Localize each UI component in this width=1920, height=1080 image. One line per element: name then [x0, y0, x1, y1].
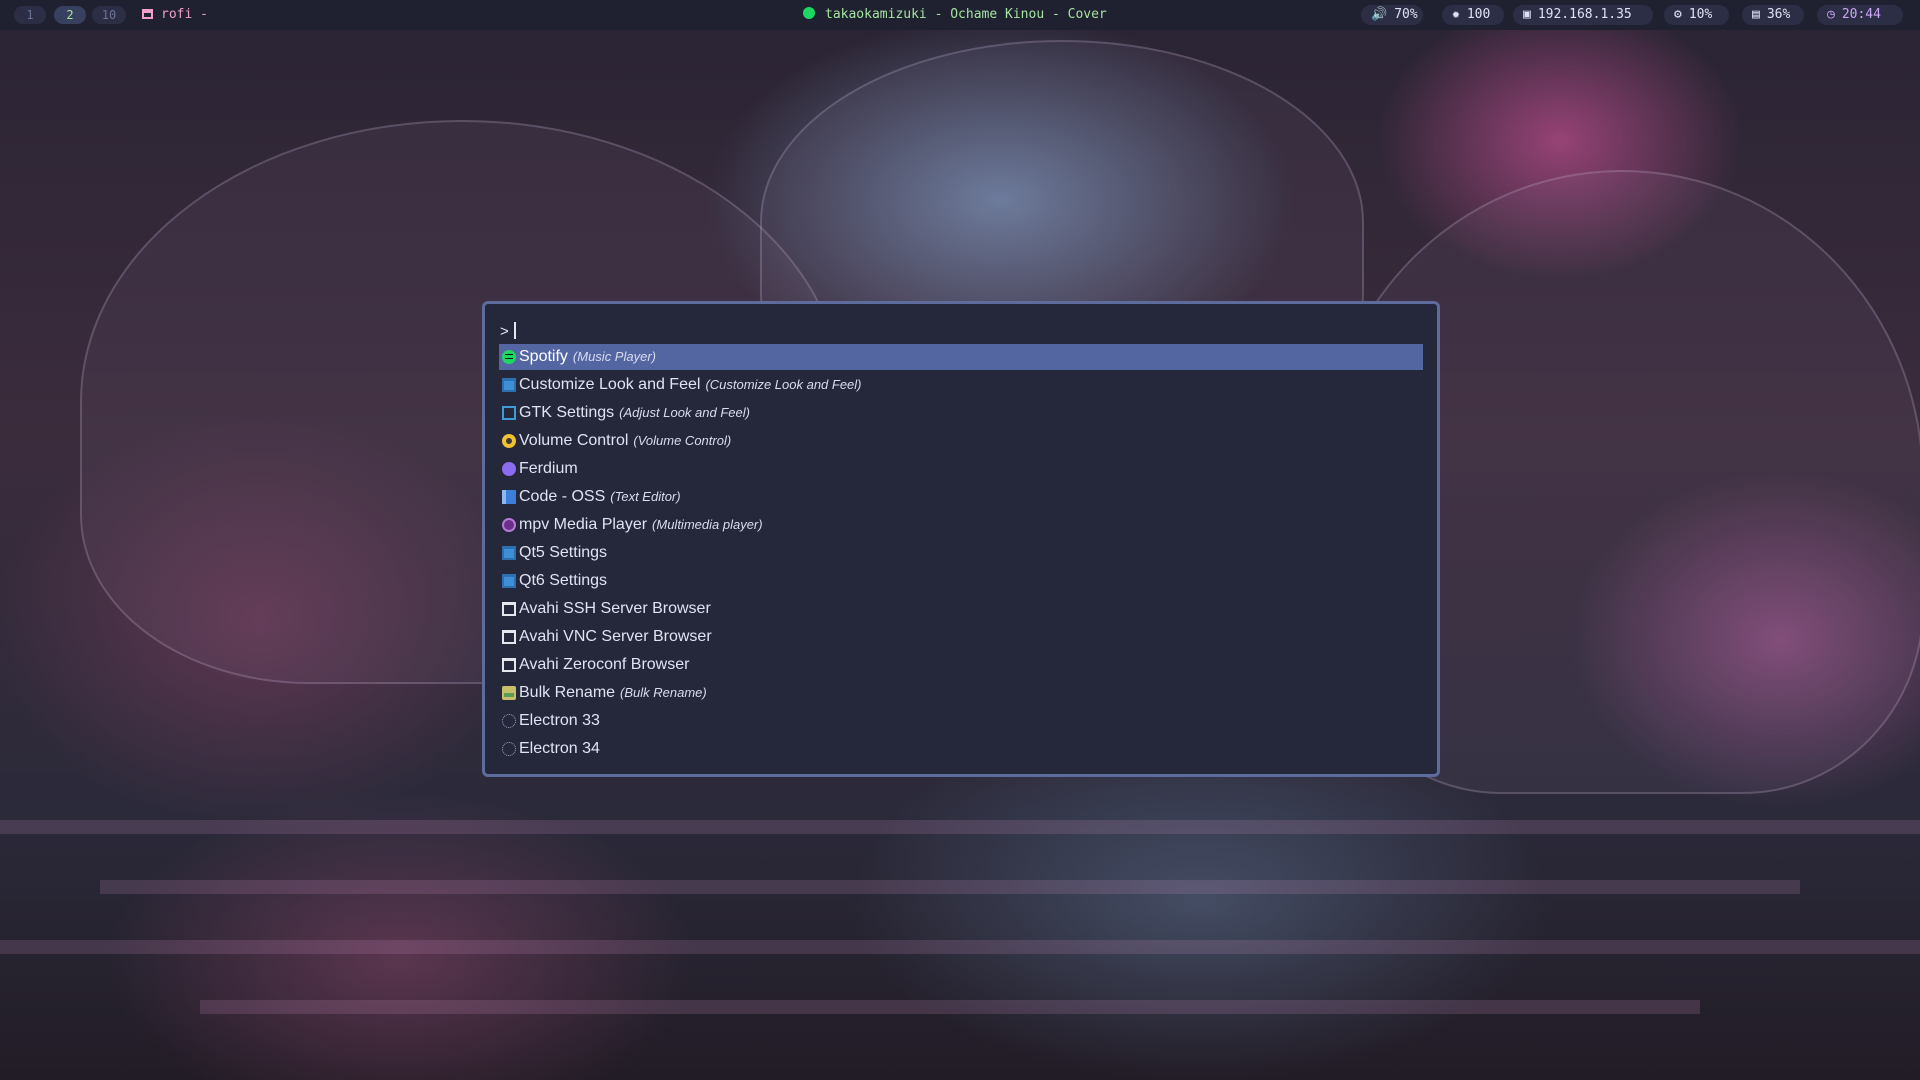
- rofi-launcher: > Spotify (Music Player) Customize Look a…: [482, 301, 1440, 777]
- search-input[interactable]: >: [500, 322, 516, 340]
- list-item-avahi-ssh[interactable]: Avahi SSH Server Browser: [499, 596, 1423, 622]
- item-label: Spotify: [519, 348, 568, 365]
- brightness-value: 100: [1466, 7, 1491, 22]
- rename-icon: [502, 686, 516, 700]
- settings-icon: [502, 406, 516, 420]
- memory-module[interactable]: ▤ 36%: [1742, 5, 1804, 25]
- item-label: Electron 34: [519, 740, 600, 757]
- list-item-code-oss[interactable]: Code - OSS (Text Editor): [499, 484, 1423, 510]
- window-icon: [142, 9, 153, 19]
- clock-module[interactable]: ◷ 20:44: [1817, 5, 1903, 25]
- window-icon: [502, 378, 516, 392]
- memory-icon: ▤: [1752, 7, 1760, 22]
- item-label: mpv Media Player: [519, 516, 648, 533]
- item-label: GTK Settings: [519, 404, 615, 421]
- active-window-title: rofi -: [142, 6, 208, 24]
- list-item-electron-34[interactable]: Electron 34: [499, 736, 1423, 762]
- cpu-value: 10%: [1688, 7, 1713, 22]
- list-item-avahi-vnc[interactable]: Avahi VNC Server Browser: [499, 624, 1423, 650]
- text-caret: [513, 322, 516, 339]
- terminal-icon: [502, 630, 516, 644]
- wallpaper-stripe: [100, 880, 1800, 894]
- item-description: (Text Editor): [610, 489, 681, 504]
- mpv-icon: [502, 518, 516, 532]
- list-item-bulk-rename[interactable]: Bulk Rename (Bulk Rename): [499, 680, 1423, 706]
- wallpaper-stripe: [0, 820, 1920, 834]
- brightness-module[interactable]: ✹ 100: [1442, 5, 1504, 25]
- app-list: Spotify (Music Player) Customize Look and…: [499, 344, 1423, 764]
- electron-icon: [502, 714, 516, 728]
- volume-module[interactable]: 🔊 70%: [1361, 5, 1423, 25]
- ferdium-icon: [502, 462, 516, 476]
- brightness-icon: ✹: [1452, 7, 1460, 22]
- list-item-volume-control[interactable]: Volume Control (Volume Control): [499, 428, 1423, 454]
- list-item-qt5-settings[interactable]: Qt5 Settings: [499, 540, 1423, 566]
- item-description: (Customize Look and Feel): [705, 377, 862, 392]
- item-description: (Bulk Rename): [620, 685, 707, 700]
- list-item-ferdium[interactable]: Ferdium: [499, 456, 1423, 482]
- item-label: Qt5 Settings: [519, 544, 608, 561]
- item-label: Avahi Zeroconf Browser: [519, 656, 690, 673]
- cpu-module[interactable]: ⚙ 10%: [1664, 5, 1729, 25]
- workspace-1-button[interactable]: 1: [14, 6, 46, 24]
- list-item-avahi-zeroconf[interactable]: Avahi Zeroconf Browser: [499, 652, 1423, 678]
- memory-value: 36%: [1766, 7, 1791, 22]
- list-item-gtk-settings[interactable]: GTK Settings (Adjust Look and Feel): [499, 400, 1423, 426]
- item-label: Code - OSS: [519, 488, 606, 505]
- wallpaper-stripe: [0, 940, 1920, 954]
- volume-icon: [502, 434, 516, 448]
- code-icon: [502, 490, 516, 504]
- list-item-customize-look[interactable]: Customize Look and Feel (Customize Look a…: [499, 372, 1423, 398]
- item-label: Electron 33: [519, 712, 600, 729]
- item-label: Ferdium: [519, 460, 578, 477]
- status-bar: 1 2 10 rofi - takaokamizuki - Ochame Kin…: [0, 0, 1920, 30]
- electron-icon: [502, 742, 516, 756]
- item-label: Avahi SSH Server Browser: [519, 600, 711, 617]
- spotify-icon: [502, 350, 516, 364]
- workspace-2-button[interactable]: 2: [54, 6, 86, 24]
- prompt-symbol: >: [500, 323, 509, 340]
- list-item-electron-33[interactable]: Electron 33: [499, 708, 1423, 734]
- item-label: Customize Look and Feel: [519, 376, 701, 393]
- terminal-icon: [502, 602, 516, 616]
- network-icon: ▣: [1523, 7, 1531, 22]
- clock-value: 20:44: [1841, 7, 1881, 22]
- list-item-spotify[interactable]: Spotify (Music Player): [499, 344, 1423, 370]
- network-value: 192.168.1.35: [1537, 7, 1632, 22]
- window-title-text: rofi -: [161, 7, 208, 22]
- window-icon: [502, 546, 516, 560]
- list-item-qt6-settings[interactable]: Qt6 Settings: [499, 568, 1423, 594]
- item-label: Qt6 Settings: [519, 572, 608, 589]
- item-description: (Adjust Look and Feel): [619, 405, 750, 420]
- terminal-icon: [502, 658, 516, 672]
- network-module[interactable]: ▣ 192.168.1.35: [1513, 5, 1653, 25]
- workspace-10-button[interactable]: 10: [92, 6, 126, 24]
- item-label: Avahi VNC Server Browser: [519, 628, 712, 645]
- window-icon: [502, 574, 516, 588]
- item-label: Bulk Rename: [519, 684, 616, 701]
- list-item-mpv[interactable]: mpv Media Player (Multimedia player): [499, 512, 1423, 538]
- now-playing[interactable]: takaokamizuki - Ochame Kinou - Cover: [803, 6, 1107, 24]
- cpu-icon: ⚙: [1674, 7, 1682, 22]
- wallpaper-stripe: [200, 1000, 1700, 1014]
- item-description: (Multimedia player): [652, 517, 763, 532]
- volume-icon: 🔊: [1371, 7, 1388, 22]
- volume-value: 70%: [1394, 7, 1418, 22]
- item-description: (Volume Control): [633, 433, 732, 448]
- clock-icon: ◷: [1827, 7, 1835, 22]
- now-playing-text: takaokamizuki - Ochame Kinou - Cover: [825, 7, 1107, 22]
- item-description: (Music Player): [572, 349, 656, 364]
- spotify-icon: [803, 7, 815, 19]
- item-label: Volume Control: [519, 432, 629, 449]
